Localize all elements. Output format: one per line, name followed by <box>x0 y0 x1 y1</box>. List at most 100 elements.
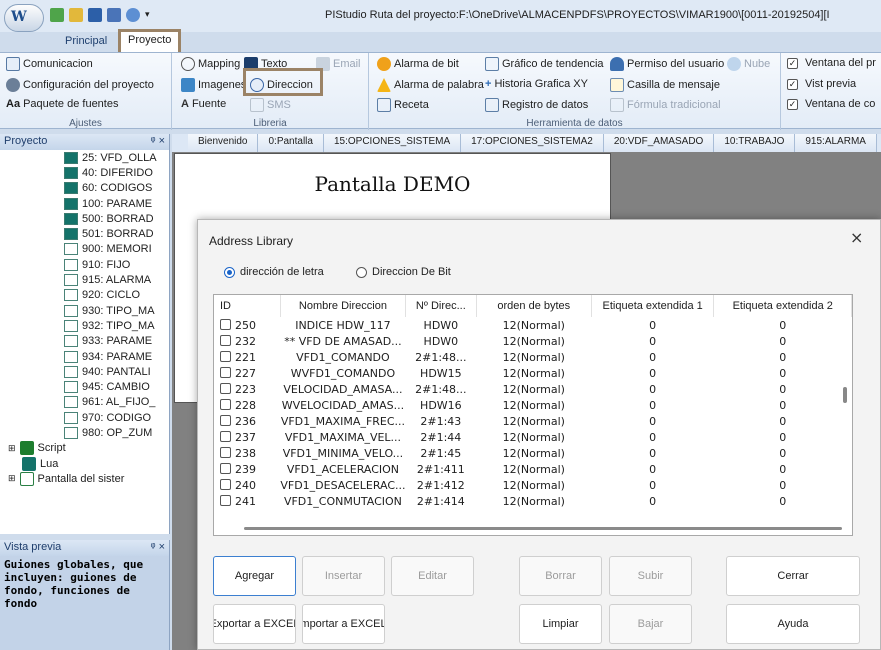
row-checkbox[interactable] <box>220 350 231 362</box>
ayuda-button[interactable]: Ayuda <box>726 604 860 644</box>
tree-item-script[interactable]: ⊞ Script <box>8 441 169 456</box>
column-header[interactable]: Etiqueta extendida 1 <box>591 295 715 317</box>
editar-button[interactable]: Editar <box>391 556 474 596</box>
fuente-button[interactable]: A Fuente <box>181 98 226 110</box>
tab-proyecto[interactable]: Proyecto <box>118 29 182 53</box>
tree-item-screen[interactable]: 932: TIPO_MA <box>64 318 169 333</box>
table-row[interactable]: 250 INDICE HDW_117 HDW0 12(Normal) 0 0 <box>214 317 852 333</box>
table-row[interactable]: 232 ** VFD DE AMASAD... HDW0 12(Normal) 0 0 <box>214 333 852 349</box>
tree-item-screen[interactable]: 60: CODIGOS <box>64 181 169 196</box>
exportar-excel-button[interactable]: Exportar a EXCEL <box>213 604 296 644</box>
row-checkbox[interactable] <box>220 366 231 378</box>
table-row[interactable]: 238 VFD1_MINIMA_VELO... 2#1:45 12(Normal) 0 0 <box>214 445 852 461</box>
row-checkbox[interactable] <box>220 430 231 442</box>
expand-icon[interactable]: ⊞ <box>8 473 16 484</box>
configuracion-proyecto-button[interactable]: Configuración del proyecto <box>6 78 154 92</box>
radio-bit-address[interactable]: Direccion De Bit <box>356 266 451 278</box>
row-checkbox[interactable] <box>220 414 231 426</box>
undo-icon[interactable] <box>126 8 140 22</box>
quick-access-dropdown-icon[interactable]: ▾ <box>145 10 150 20</box>
horizontal-scrollbar[interactable] <box>244 527 842 530</box>
row-checkbox[interactable] <box>220 462 231 474</box>
table-row[interactable]: 236 VFD1_MAXIMA_FREC... 2#1:43 12(Normal) 0 0 <box>214 413 852 429</box>
limpiar-button[interactable]: Limpiar <box>519 604 602 644</box>
comunicacion-button[interactable]: Comunicacion <box>6 57 93 71</box>
column-header[interactable]: Nombre Direccion <box>280 295 407 317</box>
expand-icon[interactable]: ⊞ <box>8 443 16 454</box>
cerrar-button[interactable]: Cerrar <box>726 556 860 596</box>
mapping-button[interactable]: Mapping <box>181 57 240 71</box>
doc-tab-pantalla[interactable]: 0:Pantalla <box>258 134 324 152</box>
table-row[interactable]: 241 VFD1_CONMUTACION 2#1:414 12(Normal) 0 0 <box>214 493 852 509</box>
row-checkbox[interactable] <box>220 398 231 410</box>
address-table[interactable]: ID Nombre Direccion Nº Direc... orden de by… <box>213 294 853 536</box>
tree-item-screen[interactable]: 945: CAMBIO <box>64 379 169 394</box>
alarma-palabra-button[interactable]: Alarma de palabra <box>377 78 484 92</box>
tree-item-screen[interactable]: 930: TIPO_MA <box>64 303 169 318</box>
tree-item-screen[interactable]: 910: FIJO <box>64 257 169 272</box>
table-row[interactable]: 237 VFD1_MAXIMA_VEL... 2#1:44 12(Normal) 0 0 <box>214 429 852 445</box>
column-header[interactable]: Etiqueta extendida 2 <box>713 295 852 317</box>
tree-item-screen[interactable]: 915: ALARMA <box>64 272 169 287</box>
grafico-tendencia-button[interactable]: Gráfico de tendencia <box>485 57 604 71</box>
tab-principal[interactable]: Principal <box>55 32 117 52</box>
row-checkbox[interactable] <box>220 494 231 506</box>
tree-item-pantalla-sistema[interactable]: ⊞ Pantalla del sister <box>8 471 169 486</box>
panel-pin-close-icon[interactable]: ᵠ × <box>151 541 165 555</box>
panel-pin-close-icon[interactable]: ᵠ × <box>151 135 165 149</box>
doc-tab-opciones-sistema[interactable]: 15:OPCIONES_SISTEMA <box>323 134 462 152</box>
tree-item-screen[interactable]: 980: OP_ZUM <box>64 425 169 440</box>
row-checkbox[interactable] <box>220 334 231 346</box>
doc-tab-alarma[interactable]: 915:ALARMA <box>795 134 877 152</box>
open-icon[interactable] <box>69 8 83 22</box>
tree-item-screen[interactable]: 900: MEMORI <box>64 242 169 257</box>
row-checkbox[interactable] <box>220 382 231 394</box>
tree-item-screen[interactable]: 970: CODIGO <box>64 410 169 425</box>
save-icon[interactable] <box>88 8 102 22</box>
borrar-button[interactable]: Borrar <box>519 556 602 596</box>
imagenes-button[interactable]: Imagenes <box>181 78 246 92</box>
table-row[interactable]: 227 WVFD1_COMANDO HDW15 12(Normal) 0 0 <box>214 365 852 381</box>
tree-item-screen[interactable]: 40: DIFERIDO <box>64 165 169 180</box>
sms-button[interactable]: SMS <box>250 98 291 112</box>
tree-item-screen[interactable]: 933: PARAME <box>64 334 169 349</box>
casilla-mensaje-button[interactable]: Casilla de mensaje <box>610 78 720 92</box>
column-header[interactable]: ID <box>214 295 281 317</box>
agregar-button[interactable]: Agregar <box>213 556 296 596</box>
doc-tab-vdf-amasado[interactable]: 20:VDF_AMASADO <box>603 134 715 152</box>
app-logo-icon[interactable]: W <box>4 4 44 32</box>
table-row[interactable]: 239 VFD1_ACELERACION 2#1:411 12(Normal) 0 0 <box>214 461 852 477</box>
tree-item-screen[interactable]: 500: BORRAD <box>64 211 169 226</box>
permiso-usuario-button[interactable]: Permiso del usuario <box>610 57 724 71</box>
alarma-bit-button[interactable]: Alarma de bit <box>377 57 459 71</box>
vertical-scrollbar[interactable] <box>843 387 847 403</box>
tree-item-screen[interactable]: 934: PARAME <box>64 349 169 364</box>
nube-button[interactable]: Nube <box>727 57 770 71</box>
receta-button[interactable]: Receta <box>377 98 429 112</box>
tree-item-lua[interactable]: Lua <box>8 456 169 471</box>
save-all-icon[interactable] <box>107 8 121 22</box>
bajar-button[interactable]: Bajar <box>609 604 692 644</box>
tree-item-screen[interactable]: 940: PANTALI <box>64 364 169 379</box>
subir-button[interactable]: Subir <box>609 556 692 596</box>
table-row[interactable]: 240 VFD1_DESACELERAC... 2#1:412 12(Normal) 0… <box>214 477 852 493</box>
tree-item-screen[interactable]: 920: CICLO <box>64 288 169 303</box>
table-row[interactable]: 223 VELOCIDAD_AMASA... 2#1:48... 12(Normal)… <box>214 381 852 397</box>
ventana-checkbox-3[interactable]: ✓ Ventana de co <box>787 98 875 110</box>
column-header[interactable]: orden de bytes <box>476 295 592 317</box>
formula-tradicional-button[interactable]: Fórmula tradicional <box>610 98 721 112</box>
doc-tab-bienvenido[interactable]: Bienvenido <box>188 134 259 152</box>
tree-item-screen[interactable]: 100: PARAME <box>64 196 169 211</box>
table-row[interactable]: 228 WVELOCIDAD_AMAS... HDW16 12(Normal) 0 0 <box>214 397 852 413</box>
paquete-fuentes-button[interactable]: Aa Paquete de fuentes <box>6 98 118 110</box>
column-header[interactable]: Nº Direc... <box>405 295 477 317</box>
importar-excel-button[interactable]: mportar a EXCEL <box>302 604 385 644</box>
table-row[interactable]: 221 VFD1_COMANDO 2#1:48... 12(Normal) 0 0 <box>214 349 852 365</box>
vist-previa-checkbox[interactable]: ✓ Vist previa <box>787 78 856 90</box>
doc-tab-opciones-sistema2[interactable]: 17:OPCIONES_SISTEMA2 <box>461 134 604 152</box>
doc-tab-trabajo[interactable]: 10:TRABAJO <box>714 134 796 152</box>
row-checkbox[interactable] <box>220 446 231 458</box>
radio-word-address[interactable]: dirección de letra <box>224 266 324 278</box>
tree-item-screen[interactable]: 501: BORRAD <box>64 226 169 241</box>
tree-item-screen[interactable]: 961: AL_FIJO_ <box>64 395 169 410</box>
